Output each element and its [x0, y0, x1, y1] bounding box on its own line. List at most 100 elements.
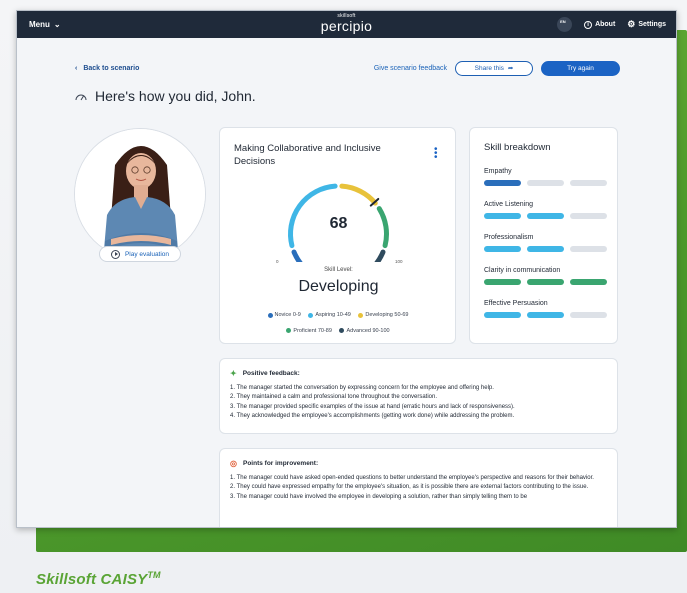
skill-bar — [570, 246, 607, 252]
language-globe-icon[interactable]: EN — [557, 17, 573, 32]
top-navigation-bar: Menu ⌄ skillsoft percipio EN i About ⚙ S… — [17, 11, 676, 38]
settings-label: Settings — [638, 21, 666, 28]
gauge-max-label: 100 — [395, 259, 403, 264]
skill-bar — [570, 180, 607, 186]
gear-icon: ⚙ — [627, 19, 636, 29]
play-label: Play evaluation — [124, 250, 170, 258]
avatar-illustration — [75, 129, 205, 259]
legend-dot — [308, 312, 314, 318]
skill-level-label: Skill Level: — [324, 267, 353, 273]
list-item: 1. The manager could have asked open-end… — [230, 475, 594, 481]
list-item: 2. They maintained a calm and profession… — [230, 394, 438, 401]
info-icon: i — [584, 20, 593, 29]
skill-bar — [570, 312, 607, 318]
gauge-band — [374, 249, 386, 262]
product-caption: Skillsoft CAISYTM — [36, 570, 161, 588]
score-legend: Novice 0-9 Aspiring 10-49 Developing 50-… — [238, 308, 438, 339]
legend-item: Aspiring 10-49 — [308, 308, 351, 322]
skill-row-professionalism: Professionalism — [484, 234, 609, 252]
percipio-logo[interactable]: skillsoft percipio — [321, 14, 372, 35]
skill-bar — [484, 279, 521, 285]
trademark: TM — [147, 570, 161, 580]
positive-feedback-heading: Positive feedback: — [242, 370, 300, 377]
play-icon — [110, 249, 120, 259]
skill-breakdown-card: Skill breakdown Empathy Active Listening… — [469, 127, 618, 344]
language-code: EN — [560, 19, 566, 24]
skill-bar — [527, 180, 564, 186]
gauge-band — [339, 183, 378, 206]
page-title: Here's how you did, John. — [75, 88, 256, 104]
skill-bar — [484, 312, 521, 318]
skill-row-empathy: Empathy — [484, 168, 609, 186]
scenario-feedback-link[interactable]: Give scenario feedback — [374, 65, 447, 72]
legend-label: Aspiring 10-49 — [315, 312, 351, 318]
list-item: 3. The manager could have involved the e… — [230, 493, 528, 500]
improvement-list: 1. The manager could have asked open-end… — [230, 474, 610, 502]
sub-navigation: ‹ Back to scenario Give scenario feedbac… — [75, 59, 620, 77]
skill-row-persuasion: Effective Persuasion — [484, 300, 609, 318]
settings-button[interactable]: ⚙ Settings — [627, 19, 666, 30]
legend-dot — [286, 328, 292, 333]
legend-dot — [339, 328, 345, 333]
about-label: About — [595, 21, 616, 28]
legend-label: Novice 0-9 — [274, 312, 301, 318]
logo-brand: percipio — [320, 18, 373, 34]
legend-item: Novice 0-9 — [267, 308, 301, 322]
skill-name: Clarity in communication — [484, 267, 561, 274]
positive-feedback-card: ✦ Positive feedback: 1. The manager star… — [219, 358, 618, 434]
try-again-button[interactable]: Try again — [541, 60, 620, 76]
share-icon: ➦ — [507, 65, 514, 72]
skill-name: Effective Persuasion — [484, 300, 548, 307]
list-item: 4. They acknowledged the employee's acco… — [230, 412, 515, 419]
skill-bar — [527, 312, 564, 318]
chevron-down-icon: ⌄ — [53, 20, 61, 29]
app-window: Menu ⌄ skillsoft percipio EN i About ⚙ S… — [16, 10, 677, 528]
back-to-scenario-link[interactable]: ‹ Back to scenario — [75, 65, 139, 72]
skill-bar — [570, 213, 607, 219]
skill-bar — [527, 213, 564, 219]
skill-name: Active Listening — [484, 201, 534, 208]
target-icon: ◎ — [230, 459, 237, 468]
skill-bar — [527, 279, 564, 285]
legend-dot — [267, 312, 273, 318]
skill-row-active-listening: Active Listening — [484, 201, 609, 219]
party-popper-icon: ✦ — [230, 369, 237, 378]
improvement-heading: Points for improvement: — [242, 460, 319, 467]
skill-name: Professionalism — [484, 234, 534, 241]
menu-button[interactable]: Menu ⌄ — [29, 20, 61, 29]
score-card: Making Collaborative and Inclusive Decis… — [219, 127, 456, 344]
more-options-icon[interactable]: • • • — [434, 145, 438, 163]
avatar — [74, 128, 206, 260]
gauge-min-label: 0 — [276, 259, 279, 264]
skill-breakdown-title: Skill breakdown — [484, 142, 551, 153]
skill-bar — [527, 246, 564, 252]
legend-label: Advanced 90-100 — [346, 327, 390, 334]
caption-text: Skillsoft CAISY — [36, 571, 148, 588]
share-button[interactable]: Share this ➦ — [455, 60, 533, 76]
speedometer-icon — [75, 94, 87, 100]
skill-row-clarity: Clarity in communication — [484, 267, 609, 285]
legend-dot — [358, 312, 364, 318]
improvement-card: ◎ Points for improvement: 1. The manager… — [219, 448, 618, 527]
scenario-title: Making Collaborative and Inclusive Decis… — [234, 143, 381, 167]
menu-label: Menu — [29, 20, 50, 29]
play-evaluation-button[interactable]: Play evaluation — [99, 246, 181, 262]
list-item: 2. They could have expressed empathy for… — [230, 484, 589, 491]
skill-name: Empathy — [484, 168, 512, 175]
legend-label: Developing 50-69 — [365, 312, 409, 318]
positive-feedback-list: 1. The manager started the conversation … — [230, 384, 610, 421]
back-label: Back to scenario — [83, 64, 140, 72]
gauge-band — [291, 249, 303, 262]
skill-bar — [484, 180, 521, 186]
chevron-left-icon: ‹ — [75, 64, 78, 72]
try-again-label: Try again — [567, 64, 594, 72]
skill-bar — [484, 246, 521, 252]
legend-item: Developing 50-69 — [358, 308, 408, 322]
list-item: 1. The manager started the conversation … — [230, 385, 494, 391]
legend-label: Proficient 70-89 — [293, 327, 332, 334]
headline-text: Here's how you did, John. — [95, 88, 256, 104]
about-button[interactable]: i About — [584, 20, 616, 29]
skill-bar — [484, 213, 521, 219]
skill-level-value: Developing — [298, 278, 379, 295]
legend-item: Advanced 90-100 — [339, 324, 390, 338]
